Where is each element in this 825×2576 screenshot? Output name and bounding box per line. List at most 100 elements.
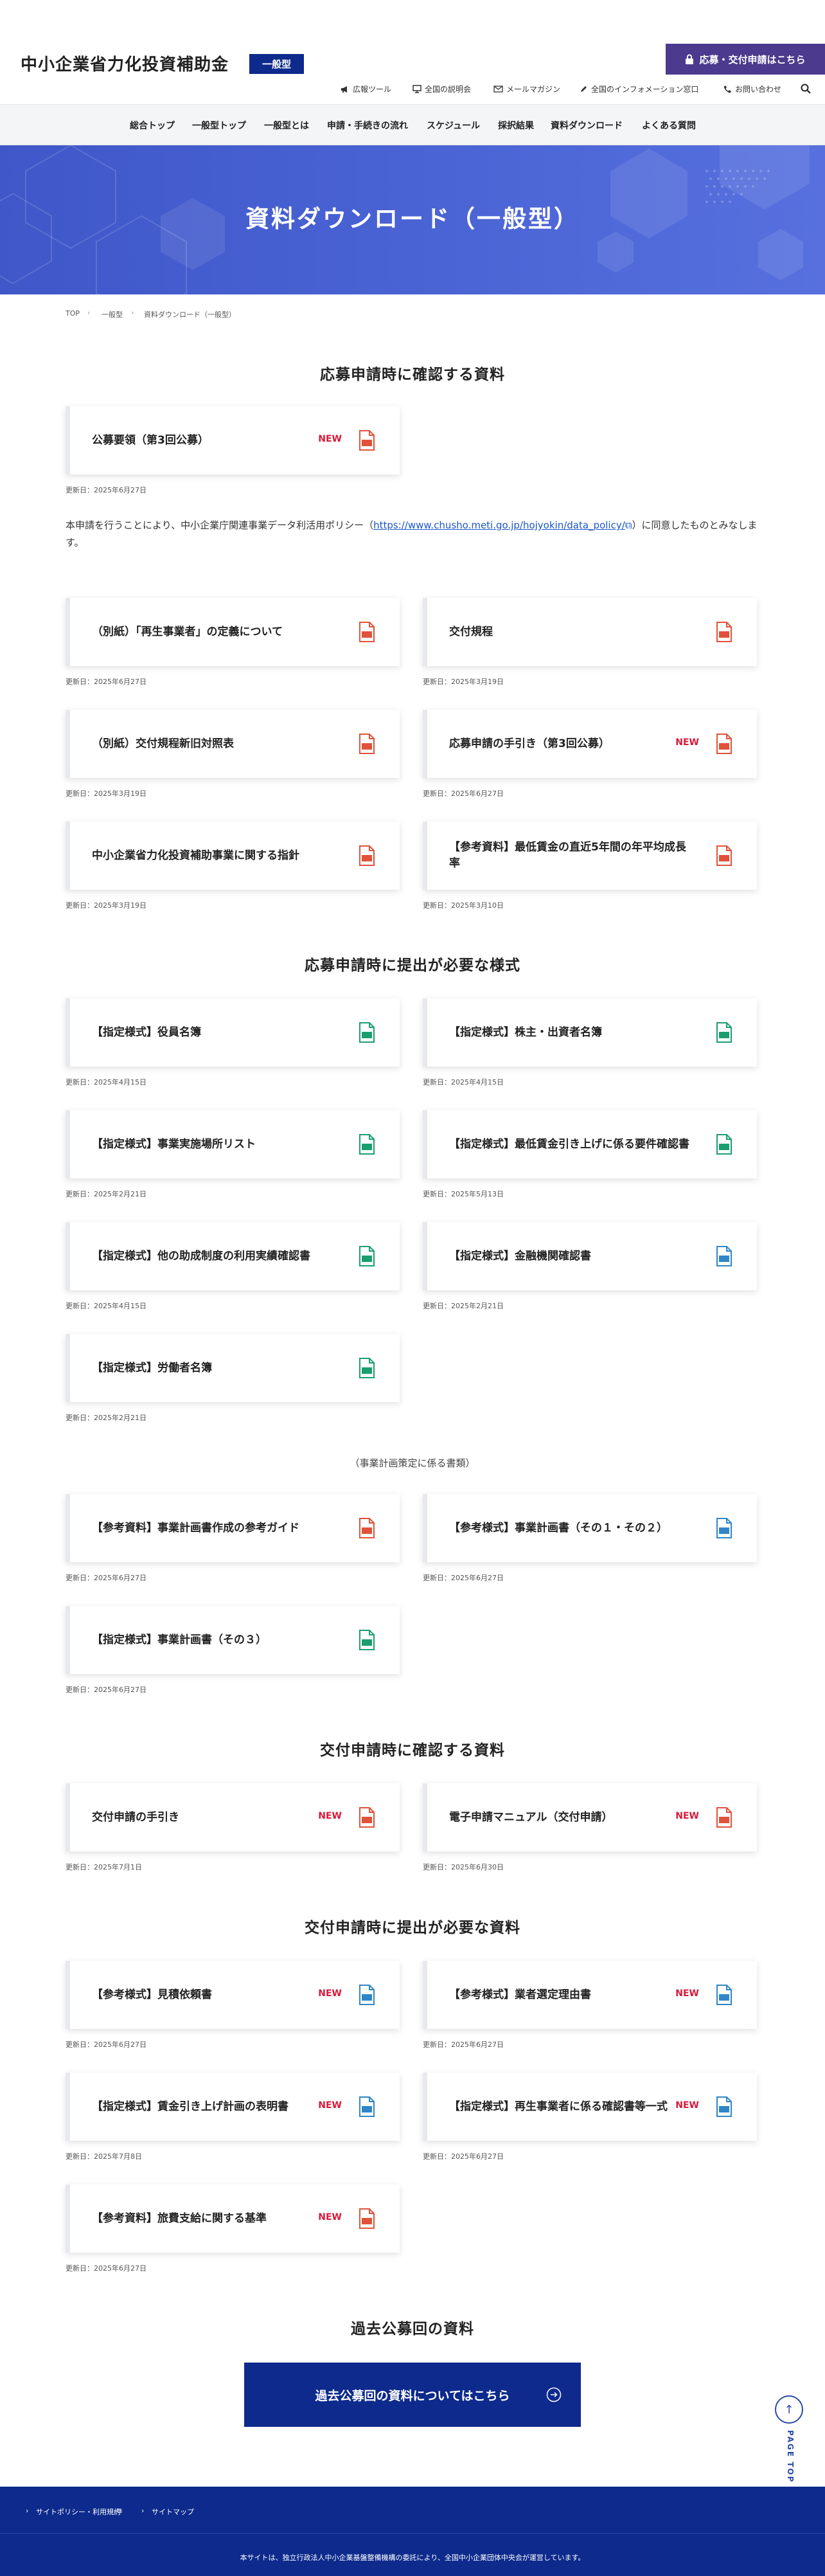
new-badge: NEW bbox=[318, 1811, 342, 1821]
excel-file-icon bbox=[716, 1022, 732, 1043]
download-card[interactable]: 【参考様式】業者選定理由書 NEW bbox=[423, 1961, 757, 2029]
card-title: 【参考様式】事業計画書（その１・その２） bbox=[449, 1521, 668, 1535]
section-heading-grant-check: 交付申請時に確認する資料 bbox=[320, 1742, 505, 1759]
search-button[interactable] bbox=[801, 84, 811, 94]
card-title: 電子申請マニュアル（交付申請） bbox=[449, 1810, 613, 1824]
page-top-button[interactable]: ↑ bbox=[775, 2395, 803, 2424]
download-card[interactable]: 交付申請の手引き NEW bbox=[66, 1783, 400, 1851]
apply-button[interactable]: 応募・交付申請はこちら bbox=[666, 44, 825, 75]
util-pr-tools[interactable]: 広報ツール bbox=[341, 84, 391, 95]
update-date: 更新日：2025年2月21日 bbox=[66, 1414, 146, 1422]
word-file-icon bbox=[716, 1985, 732, 2005]
download-card[interactable]: 【指定様式】金融機関確認書 bbox=[423, 1222, 757, 1290]
download-card[interactable]: 電子申請マニュアル（交付申請） NEW bbox=[423, 1783, 757, 1851]
download-card[interactable]: 【参考様式】事業計画書（その１・その２） bbox=[423, 1494, 757, 1562]
download-card[interactable]: 【指定様式】労働者名簿 bbox=[66, 1334, 400, 1402]
pdf-file-icon bbox=[359, 1518, 375, 1538]
section-heading-grant-forms: 交付申請時に提出が必要な資料 bbox=[305, 1920, 520, 1936]
card-title: 【指定様式】金融機関確認書 bbox=[449, 1249, 591, 1263]
megaphone-icon bbox=[341, 86, 347, 93]
download-card[interactable]: 【参考資料】事業計画書作成の参考ガイド bbox=[66, 1494, 400, 1562]
new-badge: NEW bbox=[318, 434, 342, 444]
util-contact[interactable]: お問い合わせ bbox=[723, 84, 781, 95]
download-card[interactable]: 【指定様式】株主・出資者名簿 bbox=[423, 998, 757, 1067]
card-title: 交付規程 bbox=[449, 625, 493, 638]
update-date: 更新日：2025年4月15日 bbox=[66, 1078, 146, 1086]
download-card[interactable]: 【指定様式】最低賃金引き上げに係る要件確認書 bbox=[423, 1110, 757, 1178]
card-title: 【参考資料】最低賃金の直近5年間の年平均成長率 bbox=[449, 841, 686, 870]
excel-file-icon bbox=[359, 1358, 375, 1378]
update-date: 更新日：2025年6月27日 bbox=[423, 2152, 504, 2161]
data-policy-link[interactable]: https://www.chusho.meti.go.jp/hojyokin/d… bbox=[373, 519, 625, 531]
update-date: 更新日：2025年2月21日 bbox=[66, 1190, 146, 1198]
download-card[interactable]: 【指定様式】賃金引き上げ計画の表明書 NEW bbox=[66, 2073, 400, 2141]
download-card[interactable]: 【指定様式】他の助成制度の利用実績確認書 bbox=[66, 1222, 400, 1290]
card-title: 【指定様式】再生事業者に係る確認書等一式 bbox=[449, 2100, 668, 2113]
breadcrumb-chevron-icon: › bbox=[87, 309, 91, 317]
download-card[interactable]: 【指定様式】役員名簿 bbox=[66, 998, 400, 1067]
card-title: 【指定様式】他の助成制度の利用実績確認書 bbox=[92, 1249, 310, 1263]
nav-item-results[interactable]: 採択結果 bbox=[498, 119, 534, 132]
word-file-icon bbox=[716, 2096, 732, 2117]
nav-item-downloads[interactable]: 資料ダウンロード bbox=[551, 119, 623, 132]
card-title: （別紙）交付規程新旧対照表 bbox=[92, 737, 234, 750]
download-card[interactable]: 【指定様式】再生事業者に係る確認書等一式 NEW bbox=[423, 2073, 757, 2141]
util-mail-magazine[interactable]: メールマガジン bbox=[493, 84, 560, 95]
new-badge: NEW bbox=[675, 2100, 699, 2111]
site-title[interactable]: 中小企業省力化投資補助金 bbox=[21, 51, 229, 75]
download-card[interactable]: （別紙）「再生事業者」の定義について bbox=[66, 598, 400, 666]
update-date: 更新日：2025年7月8日 bbox=[66, 2152, 142, 2161]
card-title: 【参考資料】旅費支給に関する基準 bbox=[92, 2211, 267, 2225]
word-file-icon bbox=[716, 1246, 732, 1266]
download-card[interactable]: 【指定様式】事業実施場所リスト bbox=[66, 1110, 400, 1178]
download-card[interactable]: 応募申請の手引き（第3回公募） NEW bbox=[423, 710, 757, 778]
update-date: 更新日：2025年6月27日 bbox=[66, 678, 146, 686]
new-badge: NEW bbox=[318, 2212, 342, 2222]
past-rounds-button[interactable]: 過去公募回の資料についてはこちら bbox=[244, 2363, 581, 2427]
nav-item-about[interactable]: 一般型とは bbox=[264, 119, 309, 132]
word-file-icon bbox=[359, 1985, 375, 2005]
pdf-file-icon bbox=[716, 734, 732, 754]
breadcrumb-top[interactable]: TOP bbox=[66, 309, 80, 318]
card-title: 【指定様式】最低賃金引き上げに係る要件確認書 bbox=[449, 1137, 689, 1151]
download-card[interactable]: 【参考様式】見積依頼書 NEW bbox=[66, 1961, 400, 2029]
pdf-file-icon bbox=[716, 845, 732, 866]
card-title: 交付申請の手引き bbox=[92, 1810, 179, 1824]
card-title: 公募要領（第3回公募） bbox=[92, 433, 209, 447]
site-type-badge: 一般型 bbox=[249, 54, 305, 74]
nav-item-general-top[interactable]: 一般型トップ bbox=[192, 119, 246, 132]
download-card[interactable]: 交付規程 bbox=[423, 598, 757, 666]
card-title: 応募申請の手引き（第3回公募） bbox=[449, 737, 610, 750]
pdf-file-icon bbox=[359, 430, 375, 451]
footer-link-site-policy[interactable]: サイトポリシー・利用規約 bbox=[36, 2507, 121, 2517]
mail-icon bbox=[493, 86, 503, 93]
update-date: 更新日：2025年6月27日 bbox=[66, 2040, 146, 2049]
page-top-label[interactable]: PAGE TOP bbox=[782, 2430, 795, 2483]
apply-button-label: 応募・交付申請はこちら bbox=[699, 53, 806, 66]
util-briefing[interactable]: 全国の説明会 bbox=[412, 84, 471, 95]
download-card[interactable]: 【指定様式】事業計画書（その３） bbox=[66, 1606, 400, 1674]
nav-item-flow[interactable]: 申請・手続きの流れ bbox=[327, 119, 408, 132]
util-information-desk[interactable]: 全国のインフォメーション窓口 bbox=[580, 84, 698, 95]
pdf-file-icon bbox=[359, 845, 375, 866]
nav-item-faq[interactable]: よくある質問 bbox=[642, 119, 696, 132]
nav-item-top[interactable]: 総合トップ bbox=[130, 119, 175, 132]
download-card[interactable]: 中小企業省力化投資補助事業に関する指針 bbox=[66, 822, 400, 890]
breadcrumb-general[interactable]: 一般型 bbox=[102, 309, 123, 320]
update-date: 更新日：2025年6月27日 bbox=[423, 789, 504, 798]
update-date: 更新日：2025年2月21日 bbox=[423, 1302, 504, 1310]
pdf-file-icon bbox=[359, 622, 375, 642]
download-card[interactable]: 【参考資料】最低賃金の直近5年間の年平均成長率 bbox=[423, 822, 757, 890]
update-date: 更新日：2025年4月15日 bbox=[423, 1078, 504, 1086]
pdf-file-icon bbox=[359, 2208, 375, 2229]
breadcrumb-chevron-icon: › bbox=[131, 309, 134, 317]
excel-file-icon bbox=[359, 1630, 375, 1650]
download-card[interactable]: 公募要領（第3回公募） NEW bbox=[66, 406, 400, 474]
external-link-icon: ⧉ bbox=[625, 519, 632, 531]
download-card[interactable]: 【参考資料】旅費支給に関する基準 NEW bbox=[66, 2184, 400, 2253]
update-date: 更新日：2025年3月19日 bbox=[66, 901, 146, 910]
nav-item-schedule[interactable]: スケジュール bbox=[427, 119, 480, 132]
download-card[interactable]: （別紙）交付規程新旧対照表 bbox=[66, 710, 400, 778]
footer-link-sitemap[interactable]: サイトマップ bbox=[152, 2507, 194, 2517]
update-date: 更新日：2025年6月27日 bbox=[66, 1574, 146, 1582]
